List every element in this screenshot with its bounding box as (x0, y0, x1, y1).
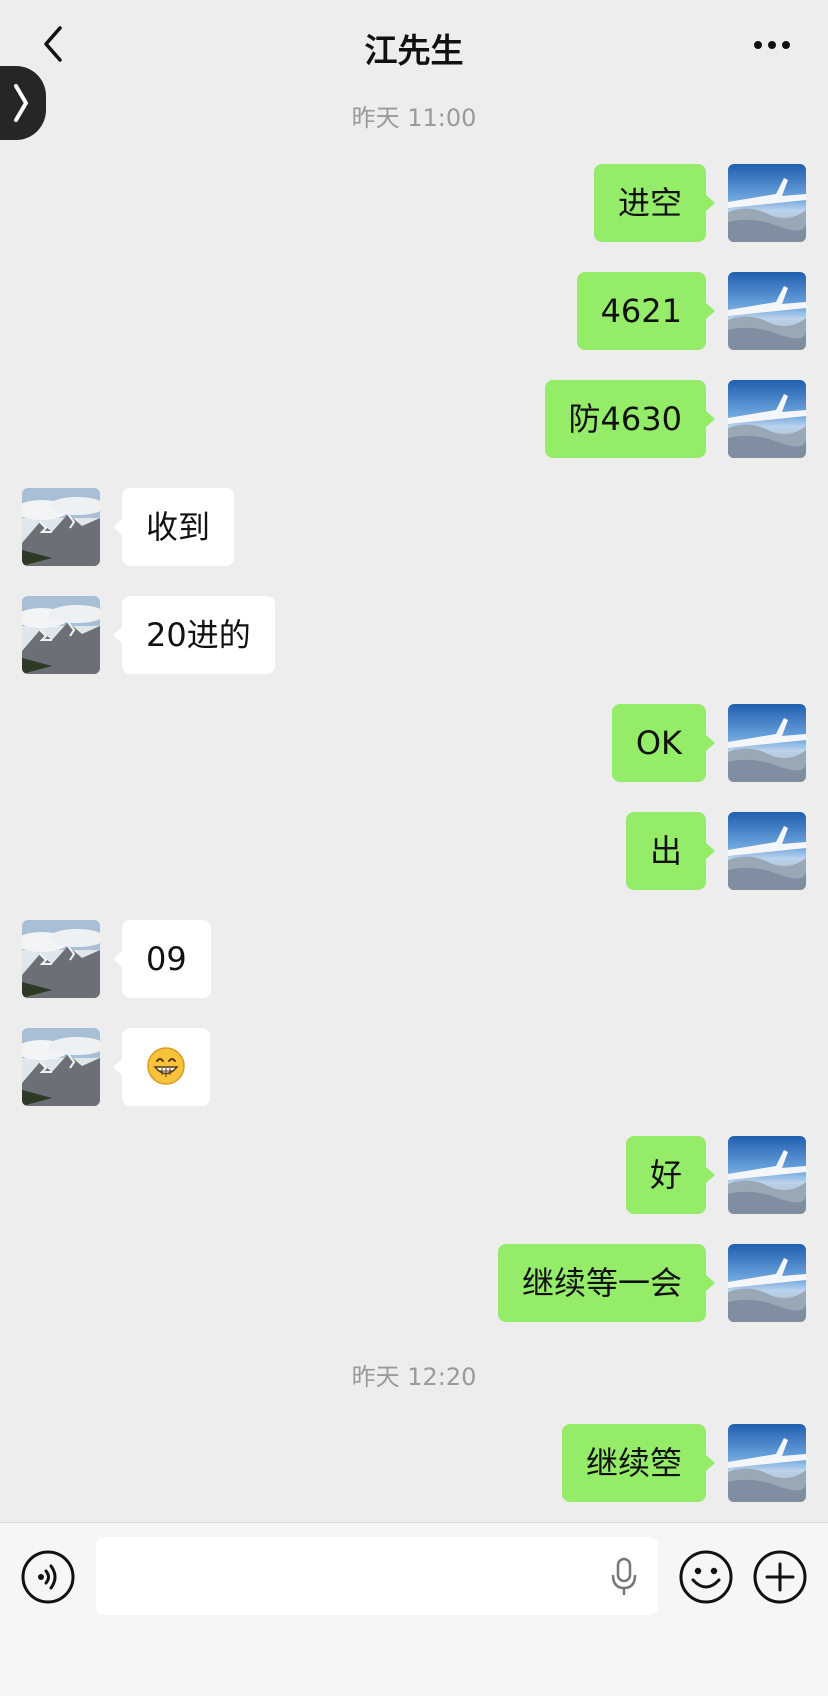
message-bubble[interactable]: 20进的 (113, 596, 275, 674)
airplane-wing-sky-avatar[interactable] (728, 272, 806, 350)
message-row (0, 1028, 828, 1106)
message-bubble[interactable]: 出 (625, 812, 716, 890)
more-dots-icon[interactable] (752, 30, 792, 60)
chat-header: 江先生 (0, 0, 828, 88)
message-text: 4621 (600, 292, 682, 330)
grinning-face-icon (146, 1047, 186, 1086)
smiley-icon[interactable] (678, 1549, 734, 1605)
message-text: 20进的 (146, 616, 251, 654)
message-text: 好 (649, 1156, 682, 1194)
message-text: 出 (649, 832, 682, 870)
message-bubble[interactable]: 09 (113, 920, 211, 998)
mountain-clouds-avatar[interactable] (22, 596, 100, 674)
message-text: 收到 (146, 508, 211, 546)
message-bubble[interactable]: 进空 (593, 164, 716, 242)
message-bubble[interactable]: 收到 (112, 488, 235, 566)
message-input-box[interactable] (96, 1537, 658, 1617)
message-text: 继续等一会 (521, 1264, 682, 1302)
message-bubble[interactable]: 4621 (576, 272, 716, 350)
message-row: 4621 (0, 272, 828, 350)
message-bubble[interactable]: 好 (625, 1136, 716, 1214)
message-bubble[interactable]: 继续等一会 (497, 1244, 716, 1322)
message-bubble[interactable] (113, 1028, 210, 1106)
message-row: 20进的 (0, 596, 828, 674)
message-bubble[interactable]: 继续箜 (561, 1424, 716, 1502)
airplane-wing-sky-avatar[interactable] (728, 704, 806, 782)
airplane-wing-sky-avatar[interactable] (728, 1424, 806, 1502)
message-input[interactable] (112, 1537, 596, 1617)
airplane-wing-sky-avatar[interactable] (728, 812, 806, 890)
message-row: 继续箜 (0, 1424, 828, 1502)
mountain-clouds-avatar[interactable] (22, 1028, 100, 1106)
message-row: 出 (0, 812, 828, 890)
message-row: 好 (0, 1136, 828, 1214)
microphone-icon[interactable] (610, 1557, 638, 1597)
plus-circle-icon[interactable] (752, 1549, 808, 1605)
message-row: 防4630 (0, 380, 828, 458)
message-row: 收到 (0, 488, 828, 566)
airplane-wing-sky-avatar[interactable] (728, 164, 806, 242)
message-bubble[interactable]: OK (611, 704, 716, 782)
message-text: 继续箜 (585, 1444, 682, 1482)
message-text: OK (635, 724, 682, 762)
timestamp: 昨天 11:00 (351, 104, 477, 132)
message-text: 防4630 (568, 400, 682, 438)
timestamp: 昨天 12:20 (351, 1363, 477, 1391)
message-row: OK (0, 704, 828, 782)
input-bar (0, 1522, 828, 1696)
mountain-clouds-avatar[interactable] (22, 920, 100, 998)
message-row: 继续等一会 (0, 1244, 828, 1322)
airplane-wing-sky-avatar[interactable] (728, 1244, 806, 1322)
message-text: 进空 (617, 184, 682, 222)
message-text: 09 (146, 940, 187, 978)
chat-title: 江先生 (364, 31, 464, 70)
airplane-wing-sky-avatar[interactable] (728, 380, 806, 458)
message-row: 进空 (0, 164, 828, 242)
message-row: 09 (0, 920, 828, 998)
mountain-clouds-avatar[interactable] (22, 488, 100, 566)
airplane-wing-sky-avatar[interactable] (728, 1136, 806, 1214)
voice-toggle-icon[interactable] (20, 1549, 76, 1605)
message-bubble[interactable]: 防4630 (544, 380, 716, 458)
